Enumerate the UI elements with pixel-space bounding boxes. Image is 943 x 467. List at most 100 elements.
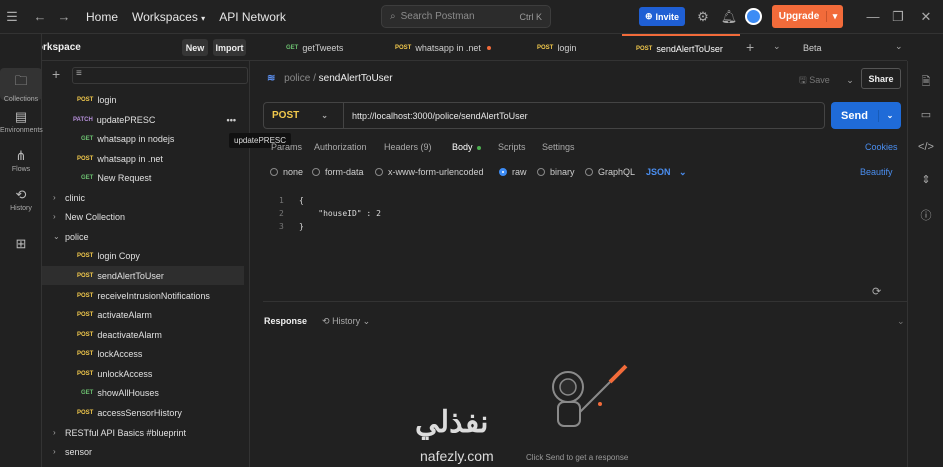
method-select[interactable]: POST ⌄ [264,103,344,128]
list-item[interactable]: GET showAllHouses [42,383,244,402]
list-item[interactable]: POST whatsapp in .net [42,149,244,168]
tab-login[interactable]: POST login [537,34,576,61]
list-item[interactable]: POST unlockAccess [42,364,244,383]
send-button[interactable]: Send ⌄ [831,102,901,129]
status-dot [476,145,481,150]
workspaces-menu[interactable]: Workspaces ▾ [132,10,205,24]
list-item[interactable]: POST activateAlarm [42,305,244,324]
more-icon[interactable]: ••• [227,115,236,125]
plus-icon[interactable]: + [746,39,754,55]
history-icon: ⟲ [322,316,330,326]
invite-button[interactable]: ⊕ Invite [639,7,685,26]
folder-item[interactable]: › clinic [42,188,244,207]
folder-item[interactable]: ⌄ police [42,227,244,246]
format-select[interactable]: JSON ⌄ [646,167,687,178]
folder-item[interactable]: › RESTful API Basics #blueprint [42,423,244,442]
related-icon[interactable]: ⇕ [908,173,943,186]
tab-scripts[interactable]: Scripts [498,142,526,152]
search-input[interactable]: ⌕ Search Postman Ctrl K [381,5,551,28]
tab-get-tweets[interactable]: GET getTweets [286,34,343,61]
sidebar-toolbar: + ≡ [42,61,250,89]
tab-body[interactable]: Body [452,142,481,152]
code-editor[interactable]: 1 2 3 { "houseID" : 2 } [263,192,908,302]
code-line: { [299,196,304,205]
radio-binary[interactable]: binary [537,167,575,177]
rail-environments[interactable]: ▤ Environments [0,109,43,134]
list-item[interactable]: GET New Request [42,168,244,187]
list-item[interactable]: GET whatsapp in nodejs [42,129,244,148]
forward-arrow-icon[interactable]: → [52,9,76,24]
request-config-tabs: Params Authorization Headers (9) Body Sc… [263,142,903,156]
history-dropdown[interactable]: ⟲ History ⌄ [322,316,370,327]
radio-graphql[interactable]: GraphQL [585,167,635,177]
api-network-link[interactable]: API Network [219,10,286,24]
folder-item[interactable]: › New Collection [42,207,244,226]
rail-history[interactable]: ⟲ History [0,187,42,212]
scroll-icon[interactable]: ⟳ [872,285,881,298]
chevron-down-icon[interactable]: ⌄ [773,41,781,52]
new-button[interactable]: New [182,39,208,56]
tab-params[interactable]: Params [271,142,302,152]
documentation-icon[interactable]: 🗎︎ [908,73,943,92]
chevron-down-icon[interactable]: ⌄ [846,75,854,85]
list-item[interactable]: POST accessSensorHistory [42,403,244,422]
list-item[interactable]: POST receiveIntrusionNotifications [42,286,244,305]
import-button[interactable]: Import [213,39,246,56]
gear-icon[interactable]: ⚙ [691,9,715,25]
cookies-link[interactable]: Cookies [865,142,898,152]
breadcrumb-current[interactable]: sendAlertToUser [319,73,393,84]
tab-settings[interactable]: Settings [542,142,575,152]
minimize-icon[interactable]: — [861,9,885,24]
share-button[interactable]: Share [861,68,901,89]
home-link[interactable]: Home [86,10,118,24]
rail-flows[interactable]: ⋔ Flows [0,148,42,173]
list-item[interactable]: POST deactivateAlarm [42,325,244,344]
code-icon[interactable]: </> [908,141,943,153]
filter-input[interactable] [72,67,248,84]
back-arrow-icon[interactable]: ← [28,9,52,24]
list-item[interactable]: PATCH updatePRESC ••• [42,110,244,129]
chevron-down-icon[interactable]: ⌄ [895,41,903,52]
list-item[interactable]: POST sendAlertToUser [42,266,244,285]
url-input[interactable]: http://localhost:3000/police/sendAlertTo… [344,111,528,121]
url-bar: POST ⌄ http://localhost:3000/police/sendA… [263,102,825,129]
breadcrumb-parent[interactable]: police [284,73,310,84]
upgrade-button[interactable]: Upgrade ▾ [772,5,843,28]
right-rail: 🗎︎ ▭ </> ⇕ ⓘ [907,61,943,467]
plus-icon[interactable]: + [52,66,60,82]
restore-icon[interactable]: ❐ [886,9,910,25]
chevron-down-icon[interactable]: ▾ [827,11,843,22]
folder-item[interactable]: › sensor [42,442,244,461]
grid-add-icon: ⊞ [15,236,27,251]
radio-raw[interactable]: raw [499,167,527,177]
tab-authorization[interactable]: Authorization [314,142,367,152]
save-button[interactable]: 🖫︎ Save ⌄ [799,73,854,89]
rail-collections[interactable]: 🗀︎ Collections [0,68,42,103]
tab-whatsapp-net[interactable]: POST whatsapp in .net [395,34,491,61]
chevron-down-icon: ⌄ [53,232,60,241]
bell-icon[interactable]: 🔔︎ [717,9,741,25]
list-item[interactable]: POST lockAccess [42,344,244,363]
avatar[interactable] [745,8,762,25]
list-item[interactable]: POST login [42,90,244,109]
chevron-right-icon: › [53,428,56,437]
rail-configure[interactable]: ⊞ [0,236,42,254]
beautify-link[interactable]: Beautify [860,167,893,177]
method-badge: POST [395,44,412,51]
info-icon[interactable]: ⓘ [908,207,943,223]
radio-form-data[interactable]: form-data [312,167,364,177]
method-badge: POST [77,272,94,279]
tab-send-alert[interactable]: POST sendAlertToUser [622,34,740,61]
radio-none[interactable]: none [270,167,303,177]
close-icon[interactable]: ✕ [914,9,938,25]
unsaved-dot [486,45,491,50]
comments-icon[interactable]: ▭ [908,108,943,121]
chevron-down-icon[interactable]: ⌄ [879,111,901,120]
tab-headers[interactable]: Headers (9) [384,142,432,152]
chevron-down-icon[interactable]: ⌄ [897,316,905,327]
list-item[interactable]: POST login Copy [42,246,244,265]
radio-urlencoded[interactable]: x-www-form-urlencoded [375,167,484,177]
environment-selector[interactable]: Beta [803,43,822,53]
menu-icon[interactable]: ☰ [0,9,24,25]
radio-circle [499,168,507,176]
